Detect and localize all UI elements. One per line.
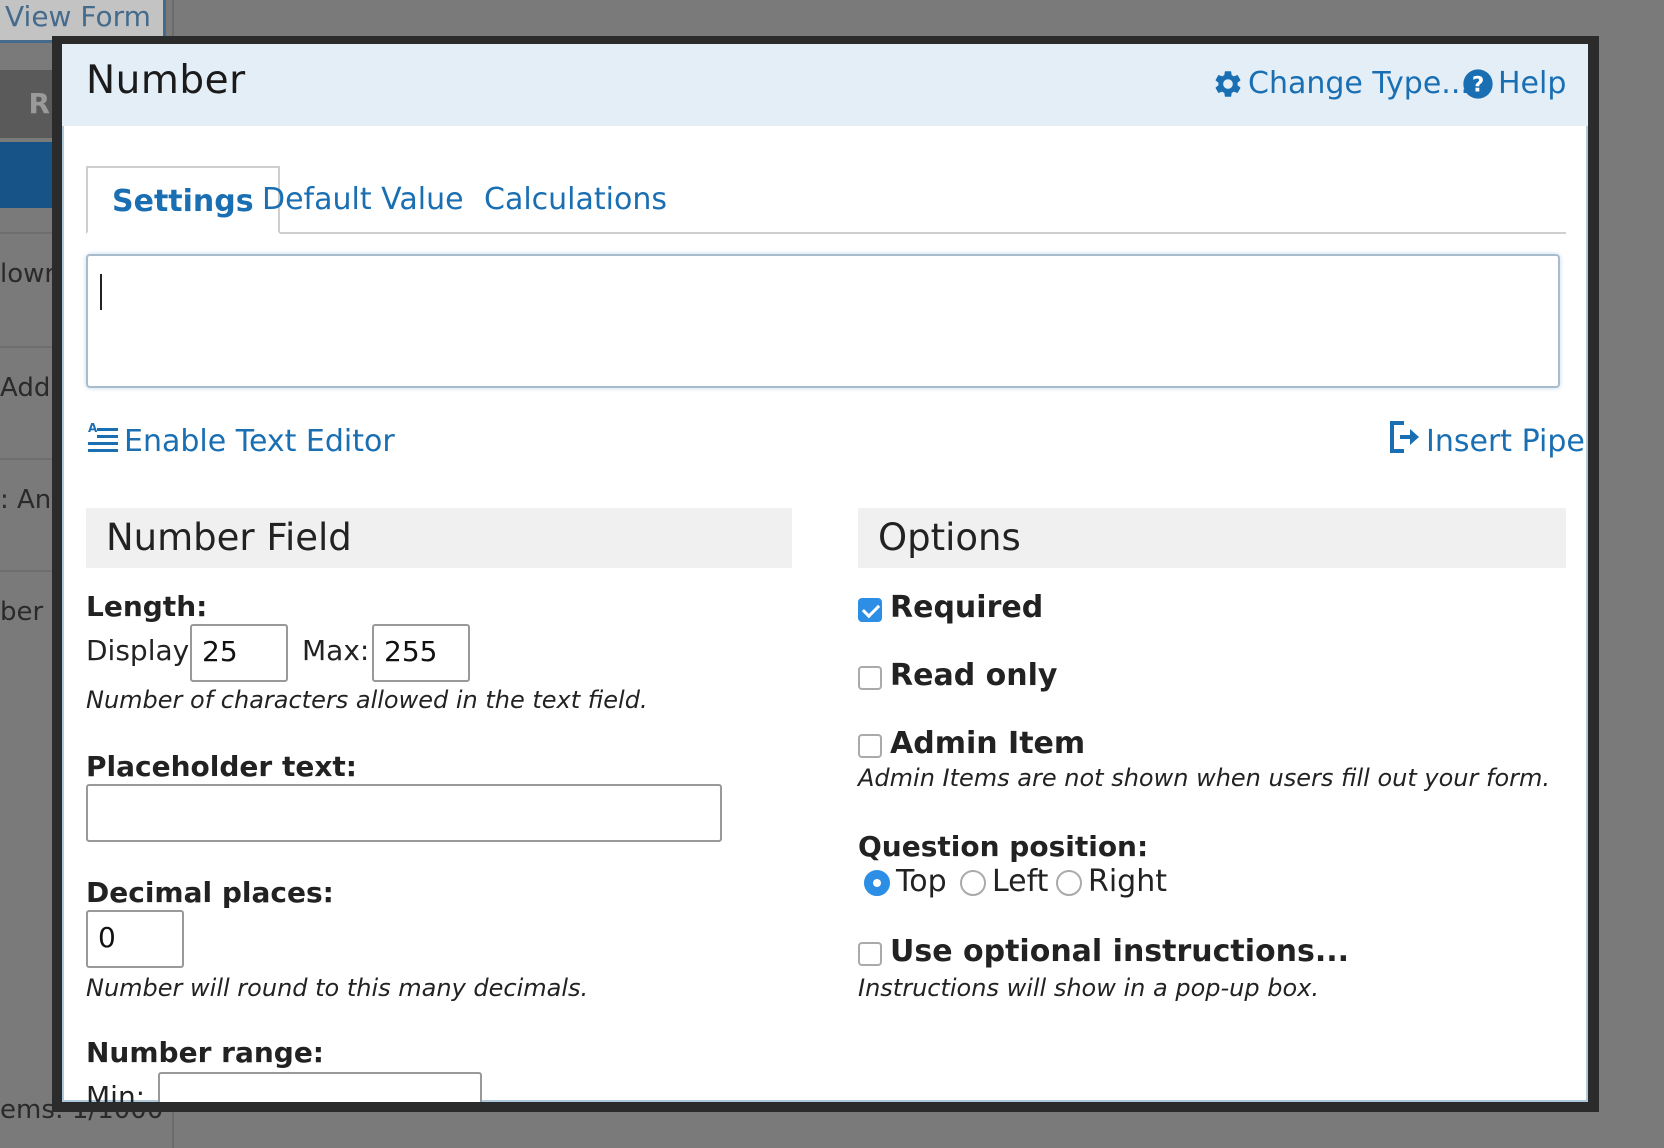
optional-instructions-label[interactable]: Use optional instructions... [890,934,1349,969]
admin-item-label[interactable]: Admin Item [890,726,1085,761]
change-type-link[interactable]: Change Type... [1212,66,1470,101]
options-heading: Options [858,508,1566,568]
insert-pipe-link[interactable]: Insert Pipe [1388,420,1585,462]
display-length-input[interactable]: 25 [190,624,288,682]
read-only-label[interactable]: Read only [890,658,1057,693]
enable-text-editor-link[interactable]: A Enable Text Editor [86,420,395,462]
text-caret [100,274,102,310]
min-range-input[interactable] [158,1072,482,1102]
max-label: Max: [302,634,370,667]
read-only-checkbox[interactable] [858,666,882,690]
required-label[interactable]: Required [890,590,1043,625]
svg-text:A: A [88,421,98,435]
admin-item-checkbox[interactable] [858,734,882,758]
number-field-heading: Number Field [86,508,792,568]
dialog-title: Number [86,58,246,103]
gear-icon [1212,68,1244,100]
dialog-header: Number Change Type... ? Help [62,44,1588,126]
position-top-label[interactable]: Top [896,864,947,899]
decimal-places-label: Decimal places: [86,876,334,909]
help-icon: ? [1462,68,1494,100]
optional-instructions-checkbox[interactable] [858,942,882,966]
change-type-label: Change Type... [1248,66,1470,101]
position-top-radio[interactable] [864,870,890,896]
decimal-hint: Number will round to this many decimals. [86,974,589,1002]
position-left-radio[interactable] [960,870,986,896]
tab-default-value[interactable]: Default Value [238,166,488,230]
min-label: Min: [86,1080,146,1102]
settings-tabs: Settings Default Value Calculations [86,166,1566,234]
insert-pipe-label: Insert Pipe [1426,423,1585,459]
max-length-input[interactable]: 255 [372,624,470,682]
position-right-radio[interactable] [1056,870,1082,896]
help-label: Help [1498,66,1567,101]
enable-text-editor-label: Enable Text Editor [124,423,395,459]
number-range-label: Number range: [86,1036,324,1069]
instructions-hint: Instructions will show in a pop-up box. [858,974,1319,1002]
position-right-label[interactable]: Right [1088,864,1167,899]
decimal-places-input[interactable]: 0 [86,910,184,968]
insert-pipe-icon [1388,420,1422,462]
length-label: Length: [86,590,208,623]
placeholder-label: Placeholder text: [86,750,357,783]
svg-text:?: ? [1472,72,1484,97]
question-position-label: Question position: [858,830,1149,863]
text-editor-icon: A [86,420,120,462]
display-label: Display: [86,634,197,667]
length-hint: Number of characters allowed in the text… [86,686,648,714]
question-text-input[interactable] [86,254,1560,388]
help-link[interactable]: ? Help [1462,66,1566,101]
placeholder-input[interactable] [86,784,722,842]
admin-item-hint: Admin Items are not shown when users fil… [858,764,1551,792]
required-checkbox[interactable] [858,598,882,622]
position-left-label[interactable]: Left [992,864,1048,899]
number-field-dialog: Number Change Type... ? Help Settings De… [62,44,1588,1102]
tab-calculations[interactable]: Calculations [460,166,691,230]
